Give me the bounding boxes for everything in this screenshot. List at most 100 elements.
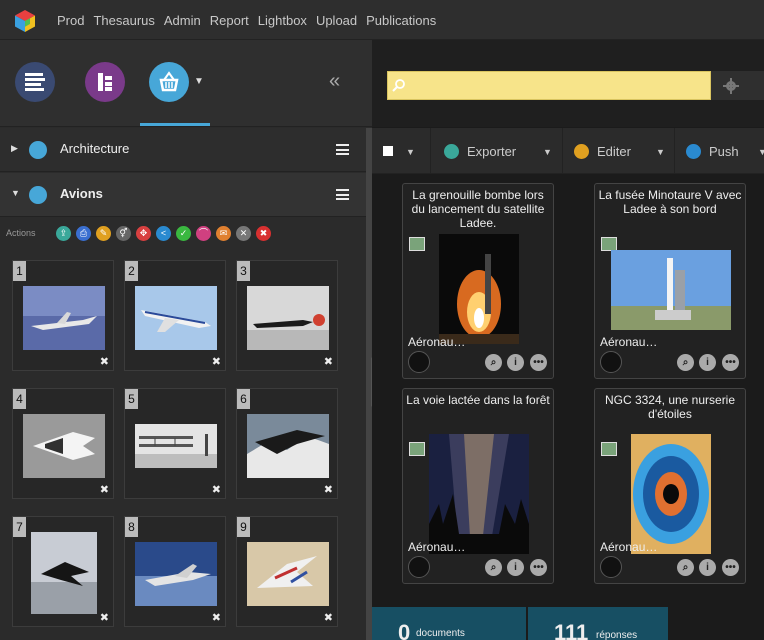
nav-publications[interactable]: Publications [366, 13, 436, 28]
move-icon[interactable]: ✥ [136, 226, 151, 241]
item-number: 7 [13, 517, 26, 537]
tab-basket[interactable] [149, 62, 189, 102]
edit-button[interactable]: Editer [574, 128, 631, 174]
image-type-icon [409, 442, 425, 456]
basket-item[interactable]: 6 ✖ [236, 388, 338, 499]
documents-stat: 0 documents [372, 607, 526, 640]
basket-dropdown-icon[interactable]: ▼ [194, 76, 204, 87]
result-card[interactable]: NGC 3324, une nurserie d'étoiles Aéronau… [594, 388, 746, 584]
item-number: 2 [125, 261, 138, 281]
more-icon[interactable]: ••• [722, 354, 739, 371]
thumbnail-image [135, 286, 217, 350]
actions-label: Actions [6, 228, 36, 238]
info-icon[interactable]: i [699, 559, 716, 576]
share-icon [686, 143, 701, 159]
info-icon[interactable]: i [699, 354, 716, 371]
push-button[interactable]: Push [686, 128, 739, 174]
nav-admin[interactable]: Admin [164, 13, 201, 28]
more-icon[interactable]: ••• [530, 559, 547, 576]
bridge-icon[interactable]: ⌒ [196, 226, 211, 241]
more-icon[interactable]: ••• [722, 559, 739, 576]
remove-icon[interactable]: ✖ [324, 611, 333, 624]
nav-lightbox[interactable]: Lightbox [258, 13, 307, 28]
result-card[interactable]: La grenouille bombe lors du lancement du… [402, 183, 554, 379]
sex-icon[interactable]: ⚥ [116, 226, 131, 241]
card-image [439, 234, 519, 344]
preview-icon[interactable]: ⌕ [677, 559, 694, 576]
nav-upload[interactable]: Upload [316, 13, 357, 28]
nav-report[interactable]: Report [210, 13, 249, 28]
item-number: 4 [13, 389, 26, 409]
preview-icon[interactable]: ⌕ [677, 354, 694, 371]
search-area [372, 40, 764, 127]
remove-icon[interactable]: ✖ [324, 483, 333, 496]
answers-label: réponses [596, 630, 638, 640]
basket-header-architecture[interactable]: ▶ Architecture [0, 128, 366, 172]
thesaurus-icon [98, 73, 112, 91]
collapse-panel-icon[interactable]: « [329, 70, 340, 93]
basket-item[interactable]: 9 ✖ [236, 516, 338, 627]
card-owner: Aéronau… [408, 540, 466, 554]
remove-icon[interactable]: ✖ [324, 355, 333, 368]
validate-icon[interactable]: ✓ [176, 226, 191, 241]
basket-item[interactable]: 3 ✖ [236, 260, 338, 371]
caret-right-icon[interactable]: ▶ [11, 143, 18, 154]
left-tabs: ▼ « [0, 40, 372, 127]
push-dropdown-icon[interactable]: ▼ [758, 147, 764, 157]
basket-item[interactable]: 1 ✖ [12, 260, 114, 371]
basket-item[interactable]: 7 ✖ [12, 516, 114, 627]
nav-prod[interactable]: Prod [57, 13, 84, 28]
export-label: Exporter [467, 143, 517, 159]
gear-icon[interactable] [723, 78, 739, 94]
active-tab-indicator [140, 123, 210, 126]
basket-item[interactable]: 8 ✖ [124, 516, 226, 627]
caret-down-icon[interactable]: ▼ [11, 188, 20, 198]
delete-icon[interactable]: ✖ [256, 226, 271, 241]
remove-icon[interactable]: ✖ [100, 483, 109, 496]
select-dropdown-icon[interactable]: ▼ [406, 147, 415, 157]
tools-icon[interactable]: ✕ [236, 226, 251, 241]
item-number: 9 [237, 517, 250, 537]
result-card[interactable]: La fusée Minotaure V avec Ladee à son bo… [594, 183, 746, 379]
more-icon[interactable]: ••• [530, 354, 547, 371]
tab-facets[interactable] [15, 62, 55, 102]
preview-icon[interactable]: ⌕ [485, 559, 502, 576]
remove-icon[interactable]: ✖ [212, 355, 221, 368]
basket-item[interactable]: 5 ✖ [124, 388, 226, 499]
stats-bar: 0 documents 111 réponses [372, 607, 764, 640]
mail-icon[interactable]: ✉ [216, 226, 231, 241]
edit-icon [574, 143, 589, 159]
card-owner: Aéronau… [600, 335, 658, 349]
basket-header-avions[interactable]: ▼ Avions [0, 173, 366, 217]
print-icon[interactable]: ⎙ [76, 226, 91, 241]
thumbnail-image [31, 532, 97, 614]
preview-icon[interactable]: ⌕ [485, 354, 502, 371]
hamburger-menu-icon[interactable] [336, 189, 349, 200]
nav-thesaurus[interactable]: Thesaurus [93, 13, 154, 28]
remove-icon[interactable]: ✖ [212, 483, 221, 496]
card-title: NGC 3324, une nurserie d'étoiles [604, 393, 736, 421]
search-input[interactable] [387, 71, 711, 100]
remove-icon[interactable]: ✖ [100, 611, 109, 624]
edit-dropdown-icon[interactable]: ▼ [656, 147, 665, 157]
edit-icon[interactable]: ✎ [96, 226, 111, 241]
card-image [429, 434, 529, 554]
export-button[interactable]: Exporter [444, 128, 516, 174]
remove-icon[interactable]: ✖ [100, 355, 109, 368]
info-icon[interactable]: i [507, 559, 524, 576]
export-icon[interactable]: ⇪ [56, 226, 71, 241]
info-icon[interactable]: i [507, 354, 524, 371]
basket-item[interactable]: 2 ✖ [124, 260, 226, 371]
export-dropdown-icon[interactable]: ▼ [543, 147, 552, 157]
basket-item[interactable]: 4 ✖ [12, 388, 114, 499]
remove-icon[interactable]: ✖ [212, 611, 221, 624]
app-logo-icon[interactable] [13, 9, 37, 33]
documents-count: 0 [398, 620, 411, 640]
select-all-checkbox[interactable] [383, 146, 393, 156]
basket-title: Avions [60, 186, 103, 201]
hamburger-menu-icon[interactable] [336, 144, 349, 155]
tab-thesaurus[interactable] [85, 62, 125, 102]
share-icon[interactable]: < [156, 226, 171, 241]
result-card[interactable]: La voie lactée dans la forêt Aéronau… ⌕ … [402, 388, 554, 584]
result-toolbar: ▼ Exporter ▼ Editer ▼ Push ▼ [372, 128, 764, 174]
